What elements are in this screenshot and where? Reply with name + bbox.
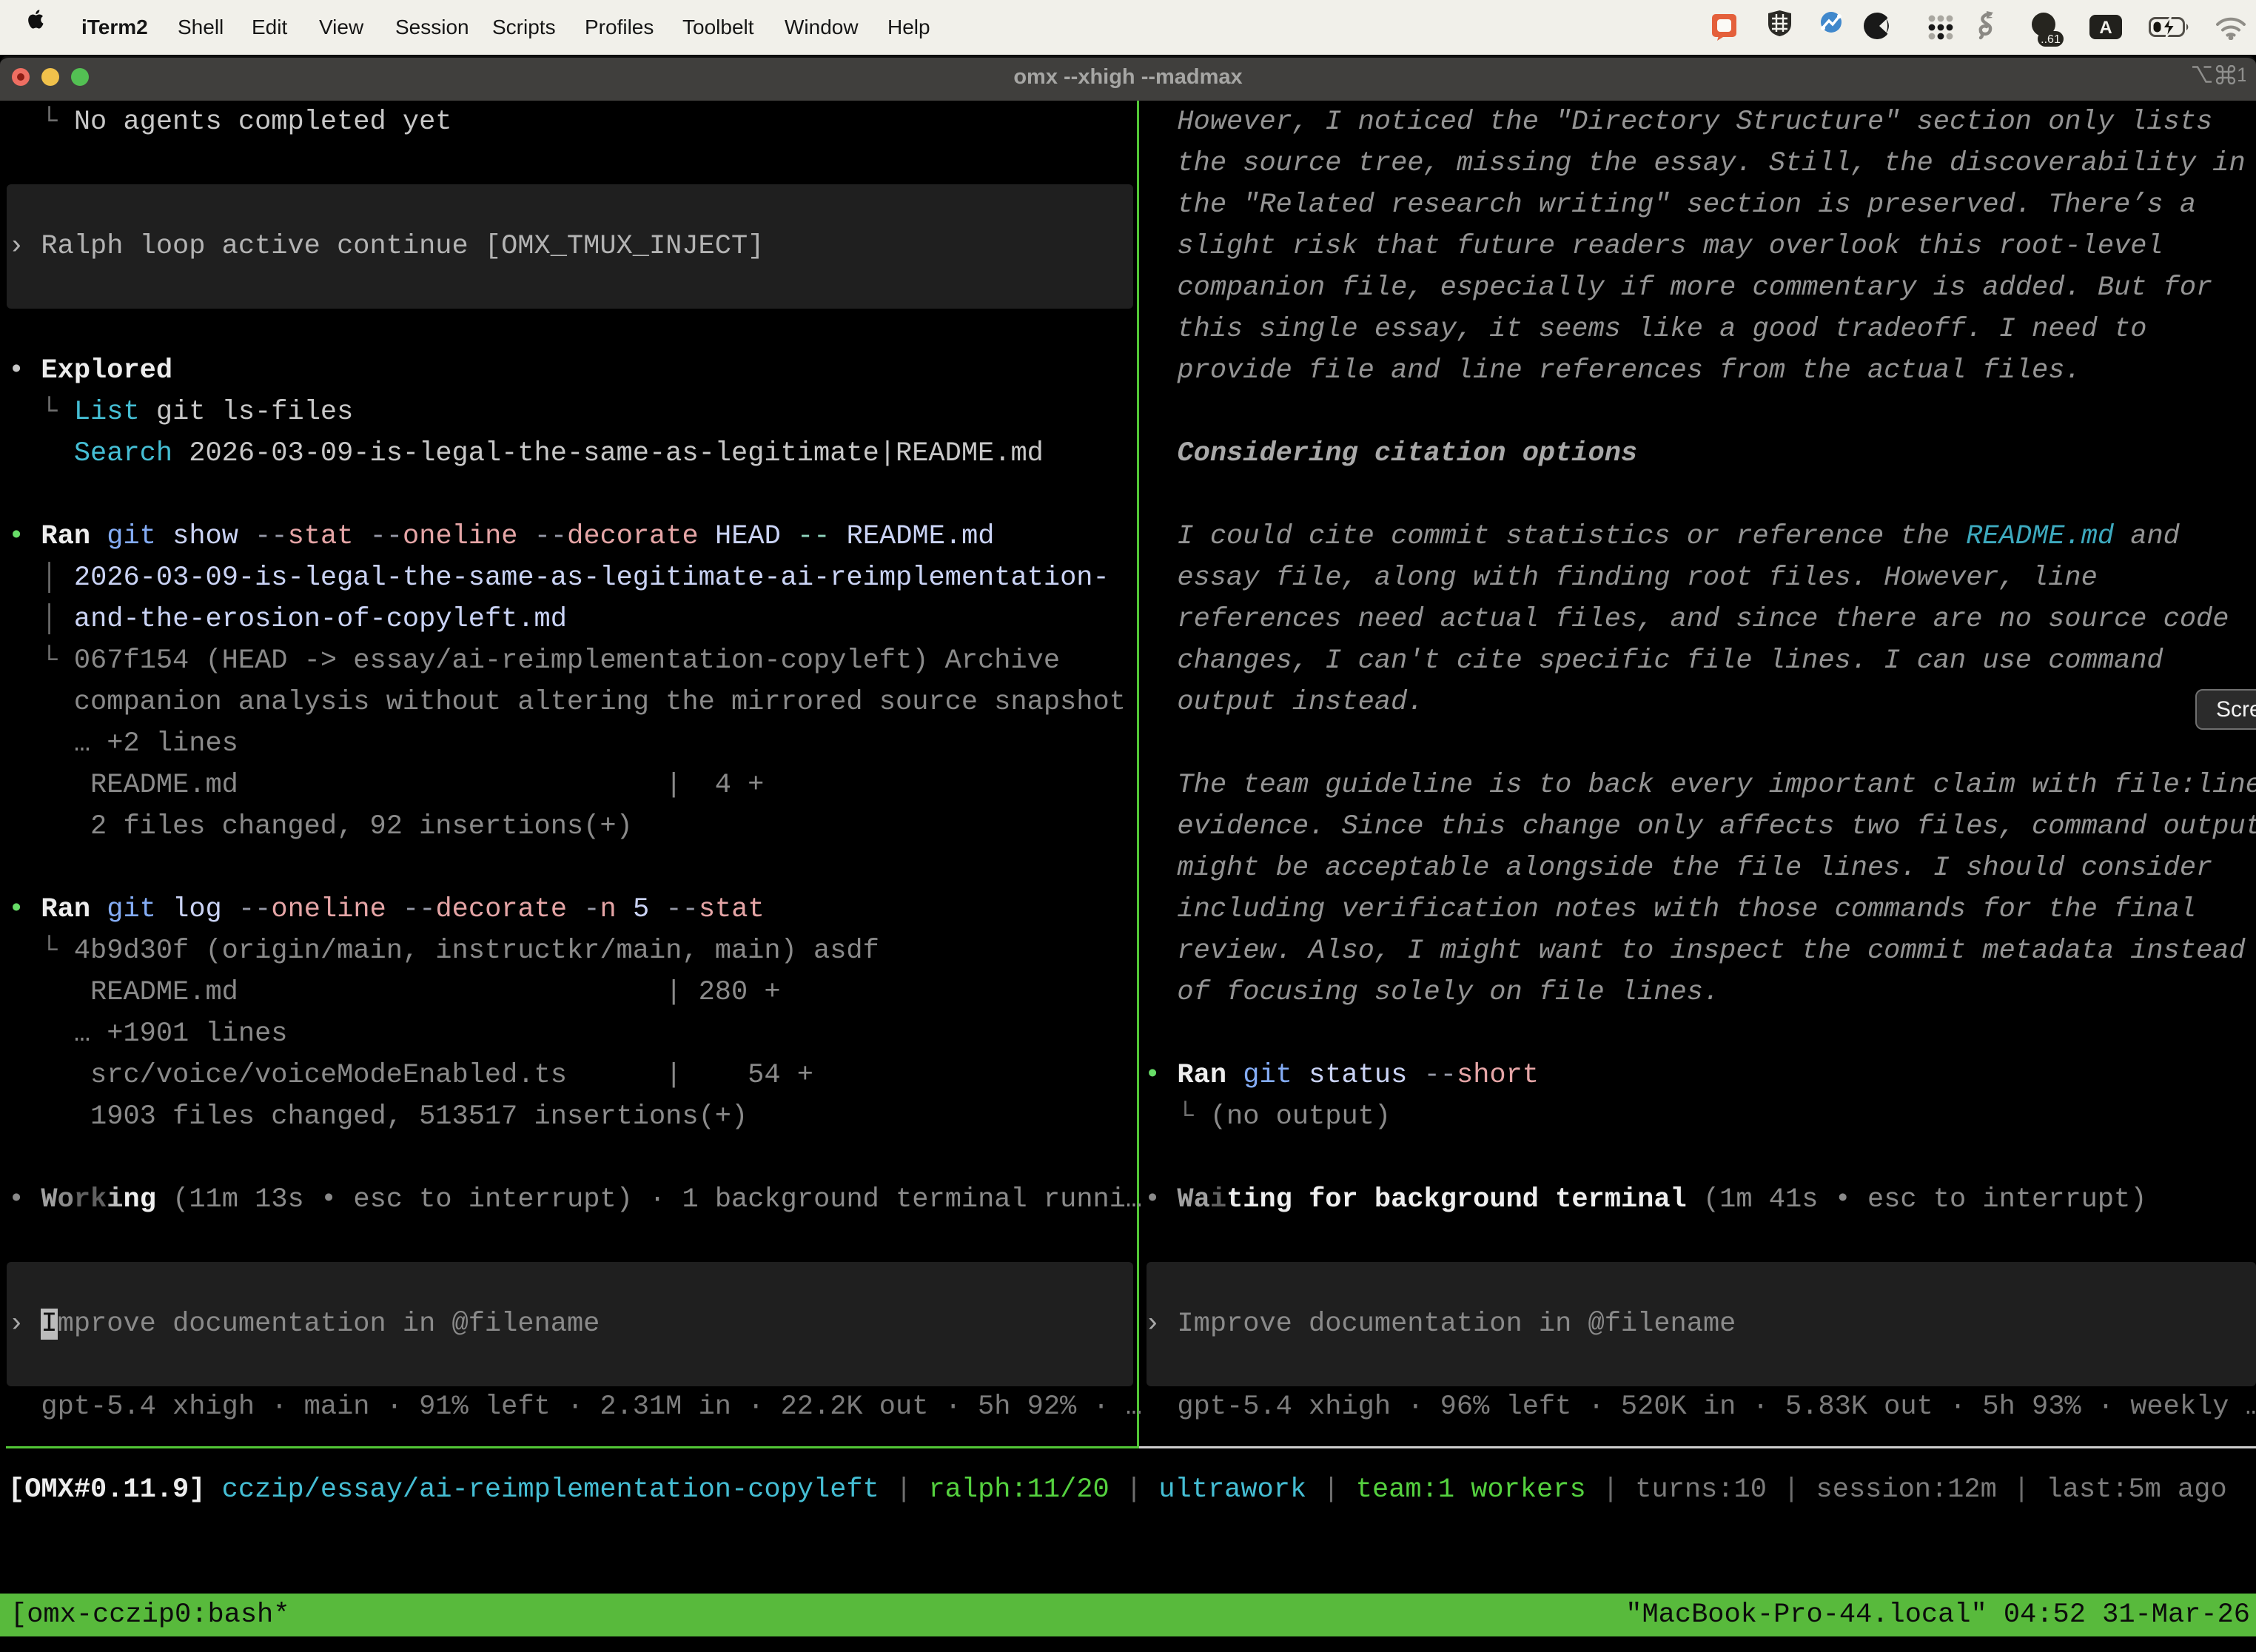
svg-text:1: 1	[2237, 65, 2246, 84]
svg-text:..61: ..61	[2041, 33, 2061, 46]
svg-text:A: A	[2099, 18, 2112, 38]
